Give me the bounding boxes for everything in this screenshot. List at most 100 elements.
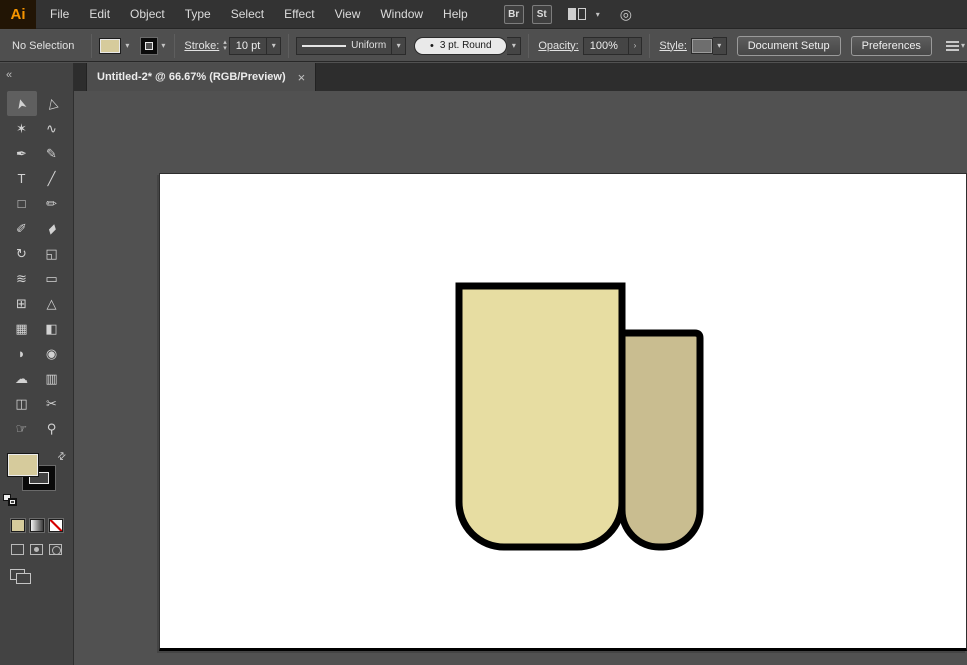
app-logo-icon[interactable]: Ai [0,0,36,29]
tool-scale[interactable]: ◱ [37,241,67,266]
bridge-icon[interactable]: Br [504,5,524,24]
column-graph-tool-icon: ▥ [45,371,57,387]
tool-magic-wand[interactable]: ✶ [7,116,37,141]
magic-wand-tool-icon: ✶ [16,121,27,137]
tool-free-transform[interactable]: ▭ [37,266,67,291]
graphic-style-swatch[interactable] [691,38,713,54]
chevron-down-icon[interactable]: ▾ [159,41,167,50]
opacity-dropdown[interactable]: › [629,37,643,55]
stroke-weight-dropdown[interactable]: ▾ [267,37,281,55]
gradient-button[interactable] [30,519,44,532]
selection-tool-icon: ➤ [12,96,30,111]
screen-mode-icon[interactable] [10,569,32,585]
pencil-tool-icon: ✐ [16,221,27,237]
draw-normal-icon[interactable] [11,544,24,555]
menu-help[interactable]: Help [433,0,478,29]
draw-inside-icon[interactable] [49,544,62,555]
default-fill-stroke-icon[interactable] [3,494,19,507]
stroke-weight-input[interactable]: 10 pt [229,37,267,55]
stroke-weight-stepper[interactable]: ▴ ▾ [223,40,227,52]
tool-perspective-grid[interactable]: △ [37,291,67,316]
tool-pen[interactable]: ✒ [7,141,37,166]
collapse-panel-icon[interactable]: « [6,69,12,81]
tool-eyedropper[interactable]: ◗ [7,341,37,366]
tool-symbol-sprayer[interactable]: ☁ [7,366,37,391]
menu-object[interactable]: Object [120,0,175,29]
opacity-input[interactable]: 100% [583,37,629,55]
tool-line-segment[interactable]: ╱ [37,166,67,191]
tool-selection[interactable]: ➤ [7,91,37,116]
tool-pencil[interactable]: ✐ [7,216,37,241]
divider [91,34,92,58]
stock-icon[interactable]: St [532,5,552,24]
arrange-documents-icon[interactable] [568,8,586,20]
tool-artboard[interactable]: ◫ [7,391,37,416]
direct-selection-tool-icon: ▷ [42,97,60,111]
stroke-panel-link[interactable]: Stroke: [184,40,219,52]
menu-view[interactable]: View [325,0,371,29]
tool-rotate[interactable]: ↻ [7,241,37,266]
swap-fill-stroke-icon[interactable]: ⇄ [55,450,69,464]
tool-column-graph[interactable]: ▥ [37,366,67,391]
menu-select[interactable]: Select [221,0,274,29]
menu-edit[interactable]: Edit [79,0,120,29]
back-shape[interactable] [622,333,700,547]
tool-paintbrush[interactable]: ✏ [37,191,67,216]
close-tab-icon[interactable]: × [298,71,306,84]
draw-mode-row [0,544,73,555]
chevron-down-icon[interactable]: ▾ [123,41,131,50]
variable-width-profile-select[interactable]: Uniform [296,37,392,55]
tool-blend[interactable]: ◉ [37,341,67,366]
divider [288,34,289,58]
tool-width[interactable]: ≋ [7,266,37,291]
menu-effect[interactable]: Effect [274,0,324,29]
menu-file[interactable]: File [40,0,79,29]
tool-type[interactable]: T [7,166,37,191]
control-bar: No Selection ▾ ▾ Stroke: ▴ ▾ 10 pt ▾ Uni… [0,30,967,62]
chevron-down-icon[interactable]: ▾ [594,10,602,19]
tool-hand[interactable]: ☞ [7,416,37,441]
tool-curvature[interactable]: ✎ [37,141,67,166]
panel-menu-icon[interactable] [946,41,959,51]
chevron-down-icon[interactable]: ▾ [959,41,967,50]
workspace-icon[interactable]: ◎ [620,6,632,23]
stepper-down-icon[interactable]: ▾ [223,46,227,52]
brush-dropdown[interactable]: ▾ [507,37,521,55]
menu-window[interactable]: Window [370,0,433,29]
artwork-layer [160,174,967,652]
color-button[interactable] [11,519,25,532]
divider [528,34,529,58]
brush-definition-select[interactable]: • 3 pt. Round [414,37,507,55]
fill-color-swatch[interactable] [99,38,121,54]
tool-direct-selection[interactable]: ▷ [37,91,67,116]
menu-type[interactable]: Type [175,0,221,29]
style-panel-link[interactable]: Style: [659,40,687,52]
document-tab[interactable]: Untitled-2* @ 66.67% (RGB/Preview) × [86,63,316,91]
menu-bar: Ai File Edit Object Type Select Effect V… [0,0,967,29]
tool-zoom[interactable]: ⚲ [37,416,67,441]
tool-eraser[interactable]: ▰ [37,216,67,241]
artboard[interactable] [159,173,967,651]
brush-preview-icon: • [430,40,434,52]
tool-gradient[interactable]: ◧ [37,316,67,341]
tool-mesh[interactable]: ▦ [7,316,37,341]
symbol-sprayer-tool-icon: ☁ [15,371,28,387]
front-shape[interactable] [459,286,622,547]
opacity-panel-link[interactable]: Opacity: [538,40,578,52]
document-setup-button[interactable]: Document Setup [737,36,841,56]
tool-lasso[interactable]: ∿ [37,116,67,141]
none-button[interactable] [49,519,63,532]
fill-box[interactable] [7,453,39,477]
tool-shape-builder[interactable]: ⊞ [7,291,37,316]
canvas-area[interactable] [74,91,967,665]
preferences-button[interactable]: Preferences [851,36,932,56]
tool-slice[interactable]: ✂ [37,391,67,416]
stroke-color-swatch[interactable] [141,38,157,54]
style-dropdown[interactable]: ▾ [713,37,727,55]
draw-behind-icon[interactable] [30,544,43,555]
tool-rectangle[interactable]: □ [7,191,37,216]
width-profile-dropdown[interactable]: ▾ [392,37,406,55]
scale-tool-icon: ◱ [45,246,57,262]
tool-grid: ➤ ▷ ✶ ∿ ✒ ✎ T ╱ □ ✏ ✐ ▰ ↻ ◱ ≋ ▭ ⊞ △ ▦ ◧ … [0,91,73,441]
zoom-tool-icon: ⚲ [47,421,57,437]
